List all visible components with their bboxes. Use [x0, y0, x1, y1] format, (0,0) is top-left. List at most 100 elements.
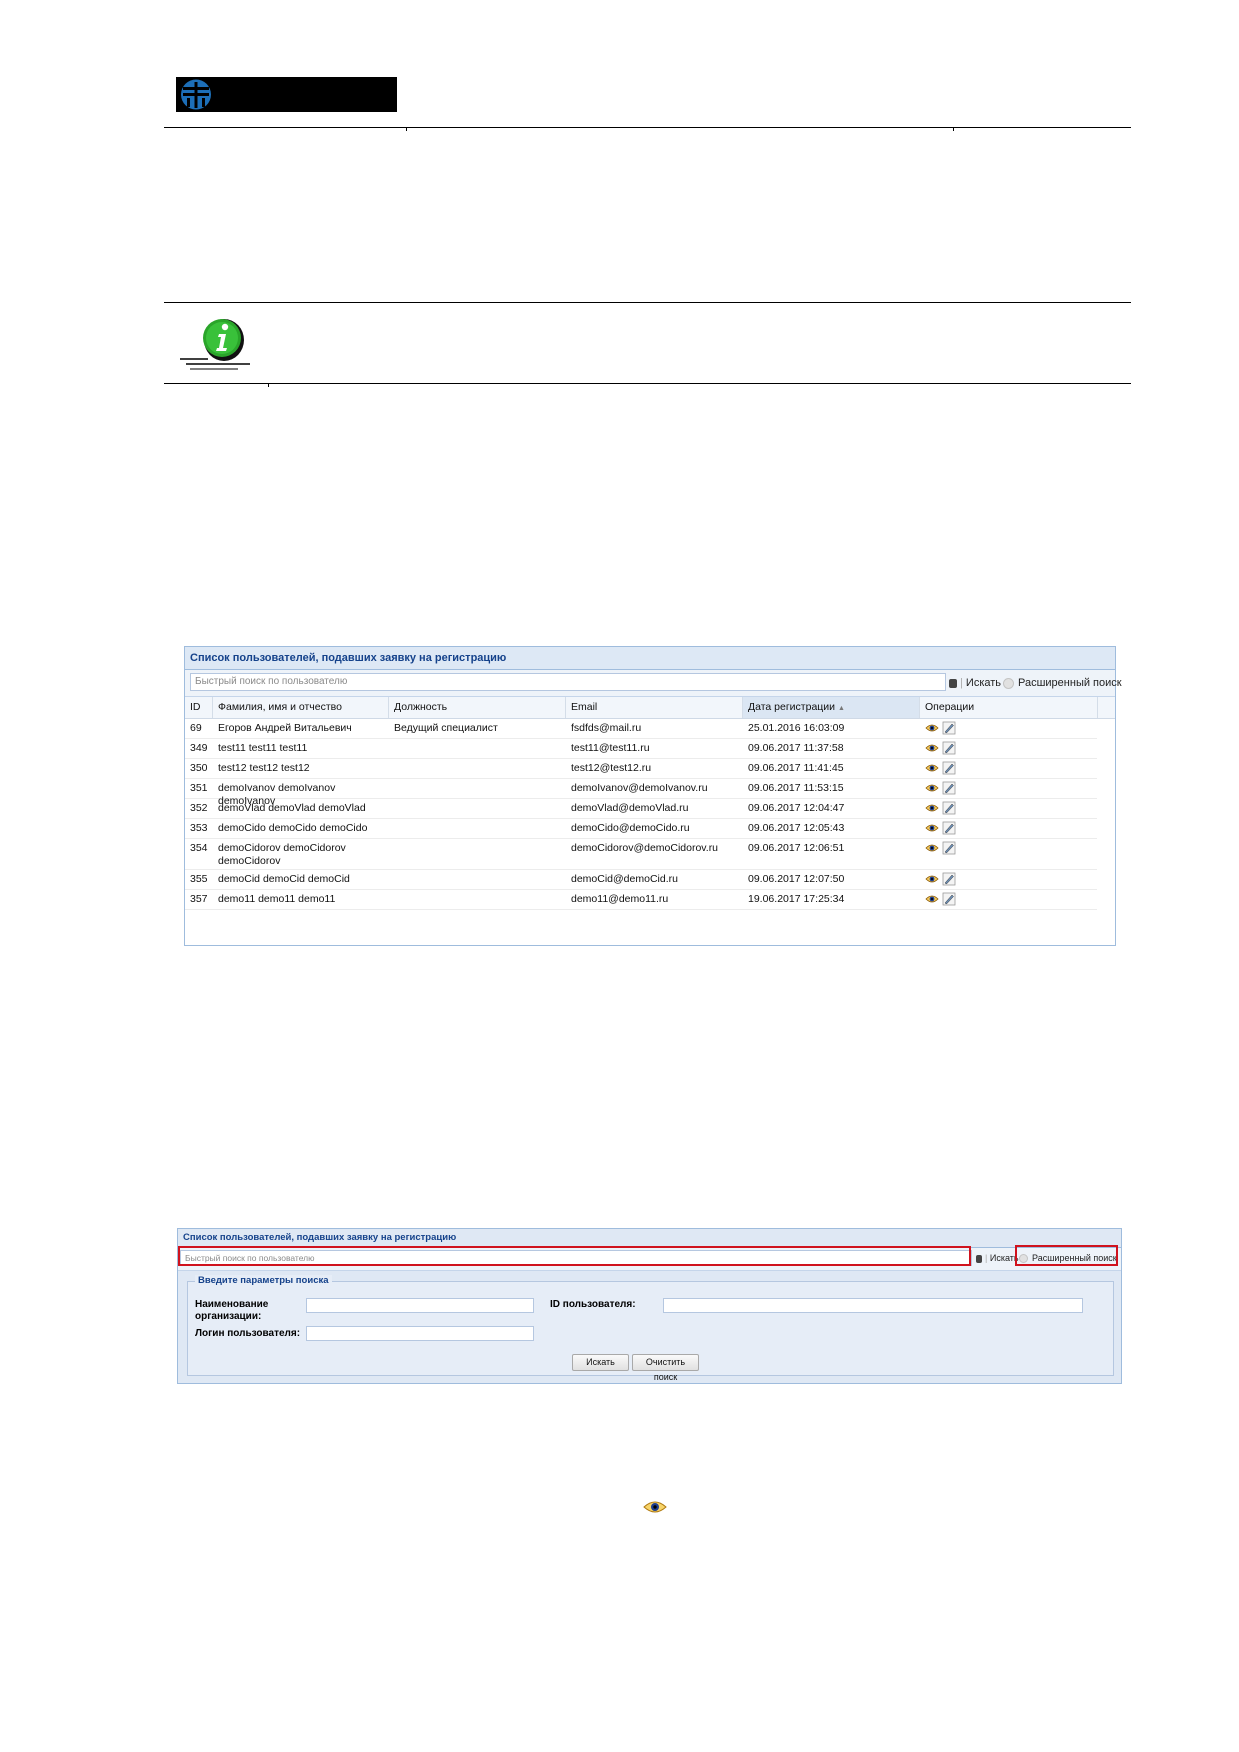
org-name-label: Наименование организации: — [195, 1299, 268, 1323]
advanced-search-submit-button[interactable]: Искать — [572, 1354, 629, 1371]
company-logo — [176, 77, 397, 112]
cell-date: 25.01.2016 16:03:09 — [748, 722, 845, 734]
cell-date: 09.06.2017 12:06:51 — [748, 842, 845, 854]
cell-date: 19.06.2017 17:25:34 — [748, 893, 845, 905]
cell-id: 69 — [190, 722, 202, 734]
eye-icon[interactable] — [925, 801, 939, 815]
search-params-fieldset: Введите параметры поиска Наименование ор… — [187, 1275, 1114, 1382]
cell-name: test12 test12 test12 — [218, 762, 310, 774]
cell-id: 352 — [190, 802, 208, 814]
col-operations: Операции — [920, 697, 1098, 718]
edit-pencil-icon[interactable] — [942, 801, 956, 815]
cell-operations — [920, 890, 956, 906]
search-button-label: Искать — [965, 677, 1002, 689]
col-email[interactable]: Email — [566, 697, 743, 718]
edit-pencil-icon[interactable] — [942, 721, 956, 735]
cell-name: demoCidorov demoCidorov demoCidorov — [213, 839, 389, 868]
cell-position — [389, 799, 566, 802]
eye-icon[interactable] — [925, 721, 939, 735]
edit-pencil-icon[interactable] — [942, 821, 956, 835]
cell-email: demoVlad@demoVlad.ru — [571, 802, 689, 814]
edit-pencil-icon[interactable] — [942, 741, 956, 755]
cell-email: fsdfds@mail.ru — [571, 722, 642, 734]
table-row[interactable]: 353 demoCido demoCido demoCido demoCido@de… — [185, 819, 1097, 839]
col-date[interactable]: Дата регистрации ▲ — [743, 697, 920, 718]
cell-position — [389, 839, 566, 842]
cell-name: Егоров Андрей Витальевич — [218, 722, 352, 734]
cell-date: 09.06.2017 12:04:47 — [748, 802, 845, 814]
registration-requests-grid: Список пользователей, подавших заявку на… — [184, 646, 1122, 946]
table-row[interactable]: 349 test11 test11 test11 test11@test11.ru 0… — [185, 739, 1097, 759]
cell-date: 09.06.2017 11:41:45 — [748, 762, 844, 774]
info-icon — [178, 314, 254, 375]
org-name-input[interactable] — [306, 1298, 534, 1313]
edit-pencil-icon[interactable] — [942, 892, 956, 906]
cell-position: Ведущий специалист — [394, 722, 498, 734]
cell-email: demoCidorov@demoCidorov.ru — [571, 842, 719, 854]
col-position[interactable]: Должность — [389, 697, 566, 718]
binoculars-icon — [976, 1254, 982, 1263]
eye-icon[interactable] — [925, 841, 939, 855]
eye-icon[interactable] — [925, 761, 939, 775]
cell-name: demoCid demoCid demoCid — [218, 873, 350, 885]
eye-icon[interactable] — [925, 781, 939, 795]
search-button[interactable]: | Искать — [976, 1249, 1019, 1267]
note-bottom-rule — [164, 383, 1131, 384]
advanced-search-button[interactable]: Расширенный поиск — [1003, 674, 1122, 692]
cell-position — [389, 739, 566, 742]
eye-icon[interactable] — [925, 741, 939, 755]
cell-id: 353 — [190, 822, 208, 834]
cell-id: 354 — [190, 842, 208, 854]
eye-icon[interactable] — [925, 821, 939, 835]
cell-id: 351 — [190, 782, 208, 794]
cell-email: demoCido@demoCido.ru — [571, 822, 690, 834]
cell-operations — [920, 719, 956, 735]
cell-operations — [920, 819, 956, 835]
col-name[interactable]: Фамилия, имя и отчество — [213, 697, 389, 718]
cell-email: demo11@demo11.ru — [571, 893, 669, 905]
search-button[interactable]: | Искать — [949, 674, 1001, 692]
note-tick — [268, 383, 269, 387]
cell-id: 357 — [190, 893, 208, 905]
cell-name: demoCido demoCido demoCido — [218, 822, 368, 834]
search-toolbar: Быстрый поиск по пользователю | Искать Р… — [185, 670, 1122, 697]
table-row[interactable]: 351 demoIvanov demoIvanov demoIvanov demoI… — [185, 779, 1097, 807]
header-tick — [406, 127, 407, 131]
cell-position — [389, 819, 566, 822]
table-row[interactable]: 350 test12 test12 test12 test12@test12.ru 0… — [185, 759, 1097, 779]
user-id-input[interactable] — [663, 1298, 1083, 1313]
eye-icon — [643, 1500, 667, 1519]
binoculars-icon — [949, 678, 957, 688]
quick-search-input[interactable]: Быстрый поиск по пользователю — [190, 673, 946, 691]
edit-pencil-icon[interactable] — [942, 872, 956, 886]
cell-email: demoCid@demoCid.ru — [571, 873, 678, 885]
table-row[interactable]: 355 demoCid demoCid demoCid demoCid@demoCi… — [185, 870, 1097, 890]
cell-operations — [920, 799, 956, 815]
edit-pencil-icon[interactable] — [942, 761, 956, 775]
edit-pencil-icon[interactable] — [942, 781, 956, 795]
grid-title: Список пользователей, подавших заявку на… — [185, 647, 1115, 670]
clear-search-button[interactable]: Очистить поиск — [632, 1354, 699, 1382]
advanced-search-label: Расширенный поиск — [1018, 677, 1122, 689]
edit-pencil-icon[interactable] — [942, 841, 956, 855]
login-input[interactable] — [306, 1326, 534, 1341]
cell-date: 09.06.2017 11:53:15 — [748, 782, 844, 794]
cell-position — [389, 890, 566, 893]
cell-position — [389, 759, 566, 762]
eye-icon[interactable] — [925, 892, 939, 906]
cell-operations — [920, 739, 956, 755]
fieldset-legend: Введите параметры поиска — [195, 1275, 332, 1286]
org-name-label-line2: организации: — [195, 1311, 262, 1322]
col-id[interactable]: ID — [185, 697, 213, 718]
eye-icon[interactable] — [925, 872, 939, 886]
cell-operations — [920, 839, 956, 855]
table-row[interactable]: 354 demoCidorov demoCidorov demoCidorov dem… — [185, 839, 1097, 870]
advanced-search-icon — [1003, 677, 1014, 689]
cell-id: 355 — [190, 873, 208, 885]
cell-operations — [920, 779, 956, 795]
table-row[interactable]: 69 Егоров Андрей Витальевич Ведущий специа… — [185, 719, 1097, 739]
table-row[interactable]: 357 demo11 demo11 demo11 demo11@demo11.ru 1… — [185, 890, 1097, 910]
grid-header: ID Фамилия, имя и отчество Должность Ema… — [185, 697, 1115, 719]
table-row[interactable]: 352 demoVlad demoVlad demoVlad demoVlad@de… — [185, 799, 1097, 819]
cell-operations — [920, 759, 956, 775]
